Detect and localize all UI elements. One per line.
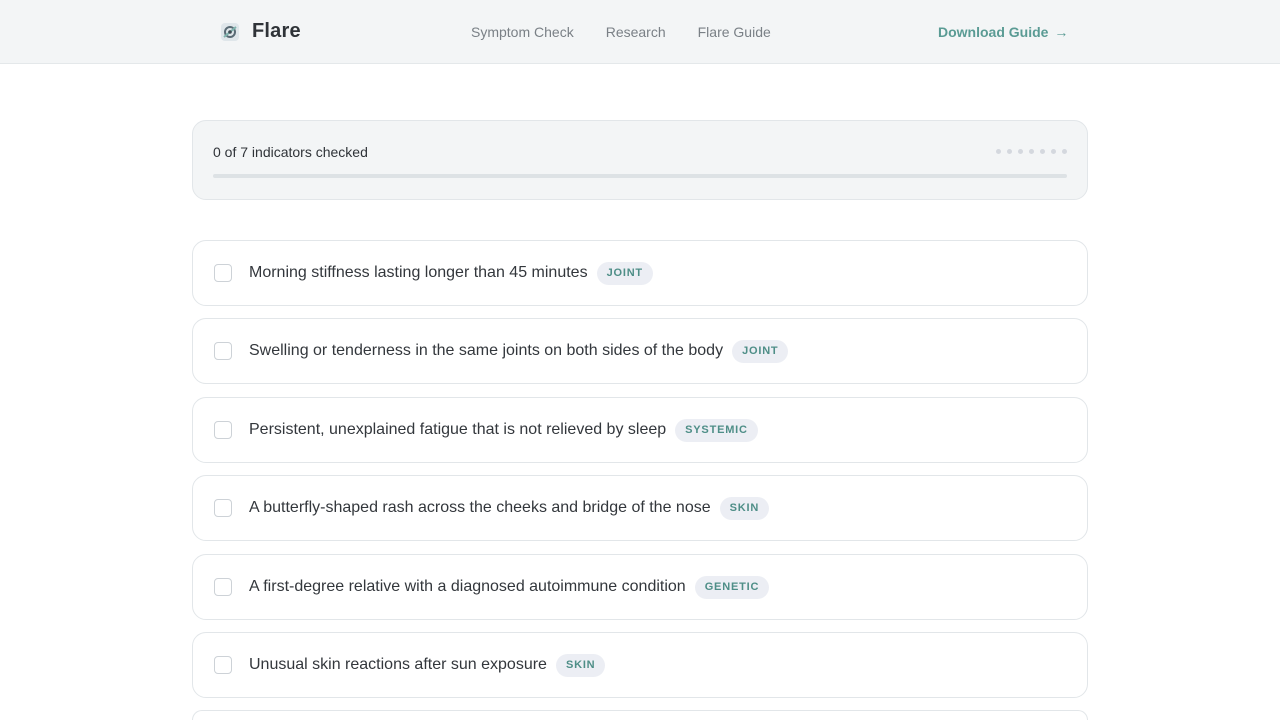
checkbox[interactable] xyxy=(214,578,232,596)
checkbox[interactable] xyxy=(214,421,232,439)
progress-dot xyxy=(996,149,1001,154)
checklist-item[interactable]: Unusual skin reactions after sun exposur… xyxy=(192,632,1088,698)
progress-track xyxy=(213,174,1067,178)
category-tag: SKIN xyxy=(555,653,606,677)
brand[interactable]: Flare xyxy=(220,20,301,43)
progress-dot xyxy=(1007,149,1012,154)
checklist-item[interactable]: A butterfly-shaped rash across the cheek… xyxy=(192,475,1088,541)
download-guide-label: Download Guide xyxy=(938,24,1049,40)
top-nav-bar: Flare Symptom Check Research Flare Guide… xyxy=(0,0,1280,64)
nav-link-symptom-check[interactable]: Symptom Check xyxy=(471,24,574,40)
progress-dots xyxy=(996,149,1067,154)
checklist-item-text: Unusual skin reactions after sun exposur… xyxy=(249,656,547,673)
category-tag: SKIN xyxy=(719,496,770,520)
nav-link-flare-guide[interactable]: Flare Guide xyxy=(698,24,771,40)
checklist-item-text: Persistent, unexplained fatigue that is … xyxy=(249,421,667,438)
checkbox[interactable] xyxy=(214,342,232,360)
checklist-item-text: Morning stiffness lasting longer than 45… xyxy=(249,264,588,281)
progress-dot xyxy=(1062,149,1067,154)
progress-dot xyxy=(1051,149,1056,154)
main-nav: Symptom Check Research Flare Guide xyxy=(471,24,771,40)
category-tag: JOINT xyxy=(596,261,653,285)
category-tag: GENETIC xyxy=(694,575,770,599)
checklist-item[interactable]: Swelling or tenderness in the same joint… xyxy=(192,318,1088,384)
category-tag: JOINT xyxy=(732,339,789,363)
brand-name: Flare xyxy=(252,20,301,42)
download-guide-link[interactable]: Download Guide → xyxy=(938,24,1068,40)
progress-card: 0 of 7 indicators checked xyxy=(192,120,1088,200)
progress-label: 0 of 7 indicators checked xyxy=(213,144,368,160)
nav-link-research[interactable]: Research xyxy=(606,24,666,40)
checklist-item[interactable]: Persistent, unexplained fatigue that is … xyxy=(192,397,1088,463)
progress-dot xyxy=(1018,149,1023,154)
checklist-item-text: A butterfly-shaped rash across the cheek… xyxy=(249,499,711,516)
progress-dot xyxy=(1040,149,1045,154)
checklist-item-text: A first-degree relative with a diagnosed… xyxy=(249,578,686,595)
checkbox[interactable] xyxy=(214,656,232,674)
category-tag: SYSTEMIC xyxy=(675,418,758,442)
checkbox[interactable] xyxy=(214,264,232,282)
checklist-item[interactable]: A first-degree relative with a diagnosed… xyxy=(192,554,1088,620)
progress-dot xyxy=(1029,149,1034,154)
checklist-item-partial[interactable] xyxy=(192,710,1088,720)
checklist-item-text: Swelling or tenderness in the same joint… xyxy=(249,342,724,359)
arrow-right-icon: → xyxy=(1054,24,1069,40)
checkbox[interactable] xyxy=(214,499,232,517)
flare-logo-icon xyxy=(221,22,239,41)
checklist-item[interactable]: Morning stiffness lasting longer than 45… xyxy=(192,240,1088,306)
